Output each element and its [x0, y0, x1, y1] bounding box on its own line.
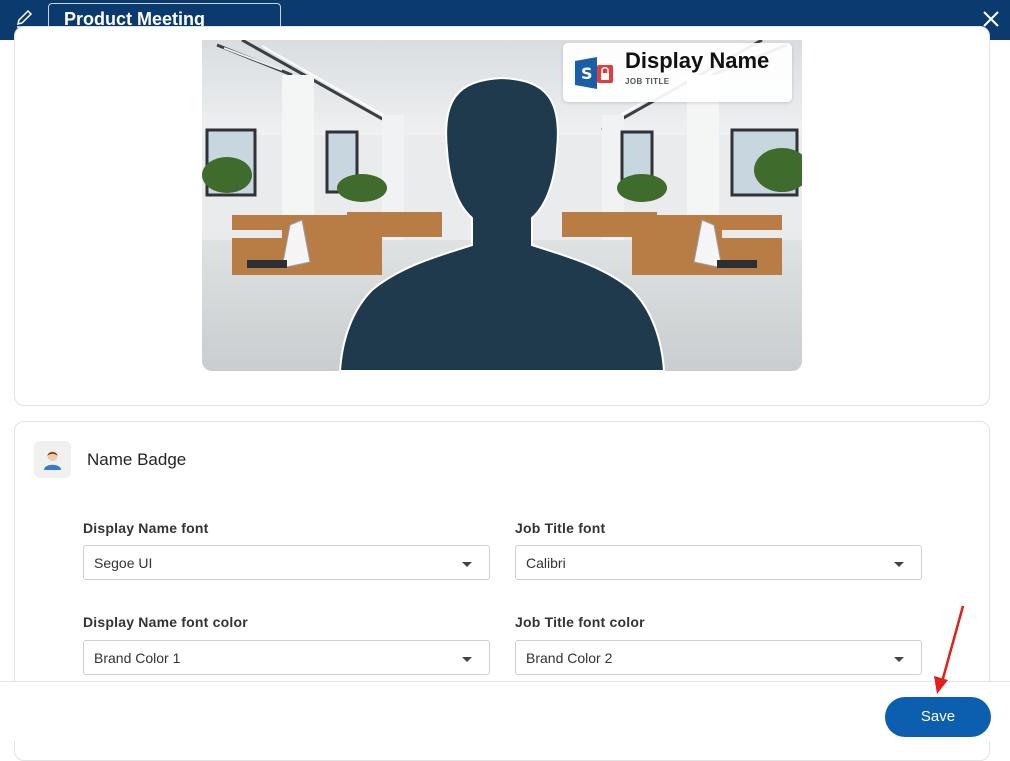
badge-job-title: JOB TITLE [625, 77, 670, 86]
name-badge-preview: S Display Name JOB TITLE [563, 43, 792, 102]
job-title-font-color-value: Brand Color 2 [526, 650, 613, 666]
footer-bar [0, 681, 1010, 741]
save-button[interactable]: Save [885, 697, 991, 737]
person-avatar-icon [34, 441, 71, 478]
job-title-font-color-label: Job Title font color [515, 614, 645, 630]
chevron-down-icon [462, 562, 472, 567]
chevron-down-icon [894, 657, 904, 662]
section-title: Name Badge [87, 450, 187, 469]
badge-display-name: Display Name [625, 48, 770, 73]
display-name-font-value: Segoe UI [94, 555, 153, 571]
job-title-font-select[interactable]: Calibri [515, 545, 922, 580]
chevron-down-icon [894, 562, 904, 567]
app-logo-icon: S [575, 57, 613, 89]
display-name-font-select[interactable]: Segoe UI [83, 545, 490, 580]
job-title-font-label: Job Title font [515, 520, 606, 536]
svg-text:S: S [581, 64, 593, 83]
display-name-font-label: Display Name font [83, 520, 209, 536]
display-name-font-color-label: Display Name font color [83, 614, 248, 630]
job-title-font-color-select[interactable]: Brand Color 2 [515, 640, 922, 675]
chevron-down-icon [462, 657, 472, 662]
display-name-font-color-value: Brand Color 1 [94, 650, 181, 666]
job-title-font-value: Calibri [526, 555, 566, 571]
display-name-font-color-select[interactable]: Brand Color 1 [83, 640, 490, 675]
